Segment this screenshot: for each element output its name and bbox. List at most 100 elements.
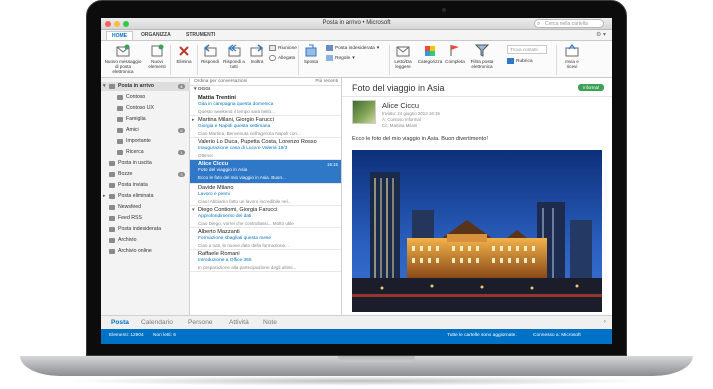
nav-mail[interactable]: Posta (111, 319, 129, 326)
folder-label: Famiglia (126, 116, 146, 122)
folder-icon (117, 106, 123, 111)
filter-email-button[interactable]: Filtra posta elettronica (468, 44, 496, 69)
new-email-button[interactable]: Nuovo messaggio di posta elettronica (104, 44, 142, 74)
sidebar-item-folder[interactable]: Ricerca 1 (101, 148, 190, 157)
tab-home[interactable]: HOME (106, 31, 133, 40)
sidebar-item-folder[interactable]: Posta inviata (101, 181, 190, 190)
unread-badge: 3 (178, 172, 185, 177)
nav-calendar[interactable]: Calendario (141, 319, 173, 326)
message-list-item[interactable]: ▸ Martina Milani, Giorgio Farucci Giorgia … (190, 116, 341, 138)
message-preview: Ottimo! (198, 153, 213, 158)
categorize-label: Categorizza (417, 59, 443, 64)
sort-button[interactable]: Ordina per conversazioni (194, 78, 247, 86)
folder-icon (109, 205, 115, 210)
sidebar-item-folder[interactable]: Famiglia (101, 115, 190, 124)
forward-button[interactable]: Inoltra (247, 44, 267, 64)
send-receive-button[interactable]: Invia e ricevi (561, 44, 583, 69)
message-list-item[interactable]: Raffaele Romani Introduzione a Office 365… (190, 250, 341, 272)
folder-label: Posta indesiderata (118, 226, 161, 232)
meeting-icon (269, 45, 276, 51)
meeting-label: Riunione (278, 45, 297, 51)
ribbon-separator (556, 45, 557, 75)
message-list-item[interactable]: Alberto Mazzanti Formazione sbagliati que… (190, 228, 341, 250)
conversation-toggle-icon[interactable]: ▾ (192, 207, 195, 213)
message-sender: Martina Milani, Giorgio Farucci (198, 117, 274, 123)
folder-label: Bozze (118, 171, 133, 177)
message-list-item[interactable]: ▾ Diego Contiomi, Giorgia Farucci Approfon… (190, 206, 341, 228)
sidebar-item-folder[interactable]: Importante (101, 137, 190, 146)
attachment-label: Allegato (278, 55, 296, 61)
sidebar-item-folder[interactable]: ▸ Posta eliminata (101, 192, 190, 201)
read-unread-button[interactable]: Letto/Da leggere (391, 44, 415, 69)
junk-icon (326, 45, 333, 51)
nav-more-icon[interactable]: › (604, 318, 606, 325)
chevron-down-icon: ▾ (376, 45, 380, 51)
folder-caret-icon[interactable]: ▸ (103, 192, 106, 201)
status-bar: Elementi: 12904 Non letti: 6 Tutte le ca… (101, 329, 612, 344)
junk-button[interactable]: Posta indesiderata ▾ (326, 45, 379, 51)
message-list-item[interactable]: Alice Ciccu Foto del viaggio in Asia Ecco … (190, 160, 341, 184)
forward-icon (250, 44, 264, 57)
ribbon-separator (298, 45, 299, 75)
nav-tasks[interactable]: Attività (229, 319, 249, 326)
recipients-cc[interactable]: Cc: Martina Milani (382, 123, 417, 128)
delete-icon (179, 46, 189, 56)
message-list-item[interactable]: Valerio Lo Duca, Pupetta Costa, Lorenzo … (190, 138, 341, 160)
sync-status: Tutte le cartelle sono aggiornate. (447, 333, 517, 338)
tab-organize[interactable]: ORGANIZZA (136, 31, 176, 40)
sidebar-item-folder[interactable]: Archivio (101, 236, 190, 245)
sidebar-item-folder[interactable]: Posta in uscita (101, 159, 190, 168)
rules-button[interactable]: Regole ▾ (326, 55, 355, 61)
filter-icon (475, 44, 489, 57)
envelope-icon (396, 46, 410, 57)
sidebar-item-folder[interactable]: ▾ Posta in arrivo 6 (101, 82, 190, 91)
folder-label: Posta eliminata (118, 193, 154, 199)
find-contact-input[interactable]: Trova contatti (507, 45, 547, 54)
delete-button[interactable]: Elimina (174, 44, 194, 64)
attached-photo[interactable] (352, 150, 602, 312)
new-items-button[interactable]: Nuovi elementi (146, 44, 168, 69)
reply-all-icon (228, 44, 241, 57)
folder-label: Contoso UX (126, 105, 154, 111)
laptop-notch (338, 356, 415, 362)
sidebar-item-folder[interactable]: Bozze 3 (101, 170, 190, 179)
sidebar-item-folder[interactable]: Archivio online (101, 247, 190, 256)
recipients-to[interactable]: A: Contoso Informal (382, 117, 421, 122)
message-subject: Formazione sbagliati questa mese (198, 236, 272, 241)
message-body: Ecco le foto del mio viaggio in Asia. Bu… (352, 136, 488, 142)
sender-name[interactable]: Alice Ciccu (382, 101, 419, 110)
attachment-button[interactable]: Allegato (269, 55, 295, 61)
reply-button[interactable]: Rispondi (199, 44, 221, 64)
sidebar-item-folder[interactable]: Contoso UX (101, 104, 190, 113)
categorize-button[interactable]: Categorizza (417, 44, 443, 64)
sent-date: Inviato: 24 giugno 2013 16:15 (382, 111, 440, 116)
folder-label: Contoso (126, 94, 146, 100)
title-bar: Posta in arrivo • Microsoft ⌕ Cerca nell… (101, 18, 612, 30)
reply-all-button[interactable]: Rispondi a tutti (222, 44, 246, 69)
meeting-button[interactable]: Riunione (269, 45, 297, 51)
folder-label: Feed RSS (118, 215, 142, 221)
sidebar-item-folder[interactable]: Feed RSS (101, 214, 190, 223)
move-button[interactable]: Sposta (301, 44, 321, 64)
sidebar-item-folder[interactable]: Newsfeed (101, 203, 190, 212)
nav-people[interactable]: Persone (188, 319, 213, 326)
group-header-today[interactable]: ▾ OGGI (194, 87, 210, 92)
recent-sort-button[interactable]: Più recenti (315, 78, 338, 86)
sidebar-item-folder[interactable]: Posta indesiderata (101, 225, 190, 234)
follow-up-button[interactable]: Completa (444, 44, 466, 64)
folder-caret-icon[interactable]: ▾ (103, 82, 106, 91)
sidebar-item-folder[interactable]: Contoso (101, 93, 190, 102)
address-book-label: Rubrica (516, 58, 533, 64)
tab-tools[interactable]: STRUMENTI (181, 31, 220, 40)
search-input[interactable]: ⌕ Cerca nella cartella (534, 19, 604, 28)
message-list-item[interactable]: Mattia Trentini Gita in campagna questa d… (190, 94, 341, 116)
folder-icon (109, 183, 115, 188)
address-book-button[interactable]: Rubrica (507, 58, 533, 64)
list-header: Ordina per conversazioni Più recenti (190, 78, 341, 86)
nav-notes[interactable]: Note (263, 319, 277, 326)
ribbon-settings-icon[interactable]: ⚙ ▾ (596, 31, 606, 38)
sidebar-item-folder[interactable]: Amici 6 (101, 126, 190, 135)
connection-status: Connesso a: Microsoft (533, 333, 581, 338)
message-list-item[interactable]: Davide Milano Lavoro e premi Ciao! Abbiamo… (190, 184, 341, 206)
conversation-toggle-icon[interactable]: ▸ (192, 117, 195, 123)
